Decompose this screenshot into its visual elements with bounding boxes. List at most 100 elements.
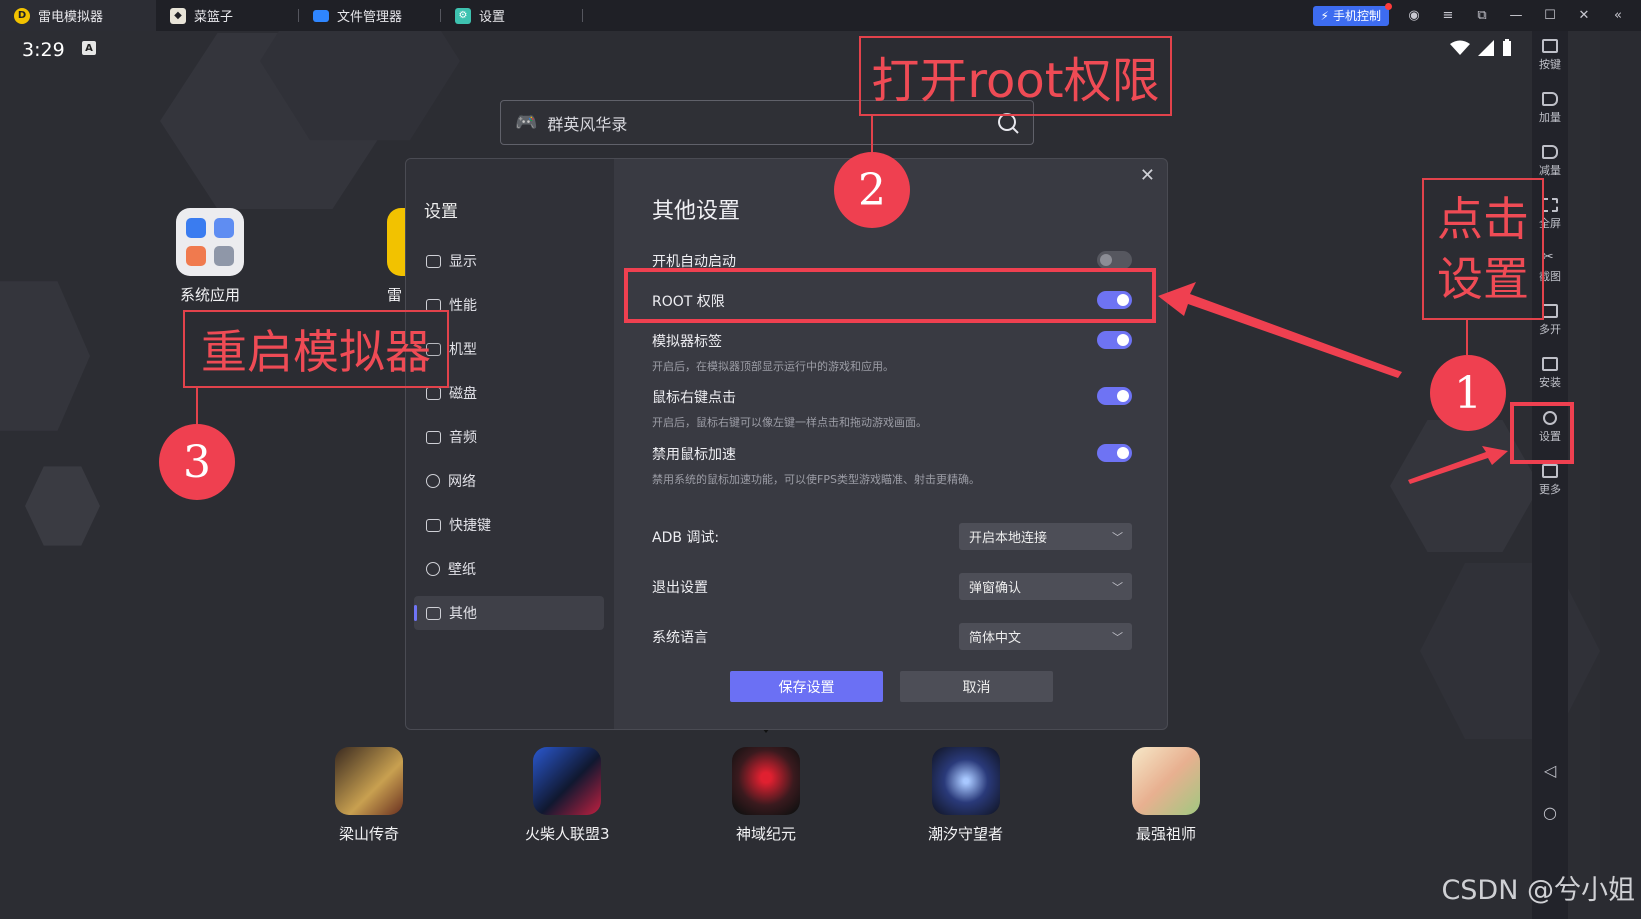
chevron-down-icon: ﹀ xyxy=(1112,631,1123,644)
app-shenyu[interactable]: 神域纪元 xyxy=(732,747,800,844)
app-liangshan[interactable]: 梁山传奇 xyxy=(335,747,403,844)
phone-control-button[interactable]: ⚡ 手机控制 xyxy=(1312,2,1392,26)
tab-settings[interactable]: ⚙ 设置 xyxy=(441,0,583,31)
account-icon[interactable]: ◉ xyxy=(1405,7,1423,25)
tab-leidian[interactable]: D 雷电模拟器 xyxy=(0,0,156,31)
app-system-apps[interactable]: 系统应用 xyxy=(176,208,244,305)
tab-label: 菜篮子 xyxy=(194,10,234,25)
toolbar-volume-down[interactable]: 减量 xyxy=(1532,145,1568,178)
setting-label: 禁用鼠标加速 xyxy=(652,447,736,463)
nav-label: 显示 xyxy=(449,254,477,270)
collapse-sidebar-icon[interactable]: « xyxy=(1609,7,1627,25)
select-value: 开启本地连接 xyxy=(969,531,1048,546)
tab-file-manager[interactable]: 文件管理器 xyxy=(299,0,441,31)
root-toggle[interactable] xyxy=(1097,291,1132,309)
folder-icon xyxy=(313,9,329,22)
toolbar-settings[interactable]: 设置 xyxy=(1532,411,1568,444)
wifi-icon xyxy=(1450,40,1470,55)
mouse-accel-toggle[interactable] xyxy=(1097,444,1132,462)
nav-label: 壁纸 xyxy=(448,562,476,578)
monitor-icon xyxy=(426,254,441,268)
setting-label: 退出设置 xyxy=(652,579,708,596)
annotation-text: 设置 xyxy=(1437,252,1529,306)
nav-network[interactable]: 网络 xyxy=(414,464,604,498)
nav-label: 磁盘 xyxy=(449,386,477,402)
maximize-icon[interactable]: ☐ xyxy=(1541,7,1559,25)
nav-label: 性能 xyxy=(449,298,477,314)
tab-basket[interactable]: ◆ 菜篮子 xyxy=(156,0,299,31)
audio-icon xyxy=(426,430,441,444)
app-label: 火柴人联盟3 xyxy=(525,825,610,843)
stickman-game-icon xyxy=(533,747,602,815)
settings-nav: 设置 显示 性能 机型 磁盘 音频 网络 快捷键 壁纸 其他 xyxy=(406,159,614,729)
nav-back-button[interactable]: ◁ xyxy=(1532,761,1568,780)
nav-audio[interactable]: 音频 xyxy=(414,420,604,454)
apk-icon xyxy=(1542,357,1558,371)
battery-icon xyxy=(1503,39,1511,56)
setting-label: ROOT 权限 xyxy=(652,294,725,310)
nav-display[interactable]: 显示 xyxy=(414,244,604,278)
toolbar-more[interactable]: 更多 xyxy=(1532,464,1568,497)
adb-select[interactable]: 开启本地连接 ﹀ xyxy=(959,523,1132,550)
app-stickman[interactable]: 火柴人联盟3 xyxy=(525,747,610,844)
fullscreen-icon xyxy=(1542,198,1558,212)
title-bar: D 雷电模拟器 ◆ 菜篮子 文件管理器 ⚙ 设置 ⚡ 手机控制 ◉ ≡ ⧉ — … xyxy=(0,0,1641,31)
emulator-tabs-toggle[interactable] xyxy=(1097,331,1132,349)
setting-mouse-accel: 禁用鼠标加速 禁用系统的鼠标加速功能，可以使FPS类型游戏瞄准、射击更精确。 xyxy=(652,444,1132,487)
autostart-toggle[interactable] xyxy=(1097,251,1132,269)
leidian-app-icon xyxy=(387,208,407,276)
nav-other[interactable]: 其他 xyxy=(414,596,604,630)
settings-dialog: 设置 显示 性能 机型 磁盘 音频 网络 快捷键 壁纸 其他 ✕ 其他设置 开机… xyxy=(405,158,1168,730)
keyboard-icon xyxy=(1542,39,1558,53)
setting-description: 禁用系统的鼠标加速功能，可以使FPS类型游戏瞄准、射击更精确。 xyxy=(652,473,980,486)
app-label: 最强祖师 xyxy=(1135,825,1196,843)
cancel-button[interactable]: 取消 xyxy=(900,671,1053,702)
exit-select[interactable]: 弹窗确认 ﹀ xyxy=(959,573,1132,600)
setting-autostart: 开机自动启动 xyxy=(652,251,1132,271)
csdn-watermark: CSDN @兮小姐 xyxy=(1441,875,1635,906)
language-select[interactable]: 简体中文 ﹀ xyxy=(959,623,1132,650)
notification-dot xyxy=(1385,2,1392,10)
bg-hexagon xyxy=(1420,563,1600,739)
app-zuishi[interactable]: 最强祖师 xyxy=(1132,747,1200,844)
setting-label: ADB 调试: xyxy=(652,529,720,546)
liangshan-game-icon xyxy=(335,747,403,815)
save-settings-button[interactable]: 保存设置 xyxy=(730,671,883,702)
dialog-title: 其他设置 xyxy=(652,199,741,224)
nav-home-button[interactable]: ○ xyxy=(1532,803,1568,822)
toolbar-volume-up[interactable]: 加量 xyxy=(1532,92,1568,125)
toolbar-label: 多开 xyxy=(1539,323,1561,336)
chaoxi-game-icon xyxy=(931,747,1000,815)
nav-shortcuts[interactable]: 快捷键 xyxy=(414,508,604,542)
toolbar-keymap[interactable]: 按键 xyxy=(1532,39,1568,72)
close-icon[interactable]: ✕ xyxy=(1575,7,1593,25)
leidian-logo-icon: D xyxy=(14,7,30,24)
menu-icon[interactable]: ≡ xyxy=(1439,7,1457,25)
setting-label: 系统语言 xyxy=(652,629,708,646)
annotation-click-settings: 点击 设置 xyxy=(1422,178,1544,320)
restore-icon[interactable]: ⧉ xyxy=(1473,7,1491,25)
toolbar-install-apk[interactable]: 安装 xyxy=(1532,357,1568,390)
setting-root: ROOT 权限 xyxy=(652,291,1132,311)
setting-description: 开启后，鼠标右键可以像左键一样点击和拖动游戏画面。 xyxy=(652,416,927,429)
right-click-toggle[interactable] xyxy=(1097,387,1132,405)
shenyu-game-icon xyxy=(732,747,800,815)
app-chaoxi[interactable]: 潮汐守望者 xyxy=(928,747,1003,844)
basket-app-icon: ◆ xyxy=(170,7,186,24)
app-label: 梁山传奇 xyxy=(338,825,399,843)
nav-wallpaper[interactable]: 壁纸 xyxy=(414,552,604,586)
nav-label: 快捷键 xyxy=(449,518,491,534)
annotation-text: 点击 xyxy=(1437,192,1529,246)
nav-label: 机型 xyxy=(449,342,477,358)
home-circle-icon: ○ xyxy=(1543,803,1557,822)
setting-right-click: 鼠标右键点击 开启后，鼠标右键可以像左键一样点击和拖动游戏画面。 xyxy=(652,387,1132,430)
dialog-close-icon[interactable]: ✕ xyxy=(1140,165,1155,186)
tab-label: 雷电模拟器 xyxy=(38,10,104,25)
zuishi-game-icon xyxy=(1132,747,1200,815)
app-label: 潮汐守望者 xyxy=(928,825,1004,843)
system-apps-folder-icon xyxy=(176,208,244,276)
minimize-icon[interactable]: — xyxy=(1507,7,1525,25)
bg-hexagon xyxy=(25,466,100,546)
app-leidian-partial[interactable]: 雷 xyxy=(387,208,407,305)
setting-label: 鼠标右键点击 xyxy=(652,390,736,406)
